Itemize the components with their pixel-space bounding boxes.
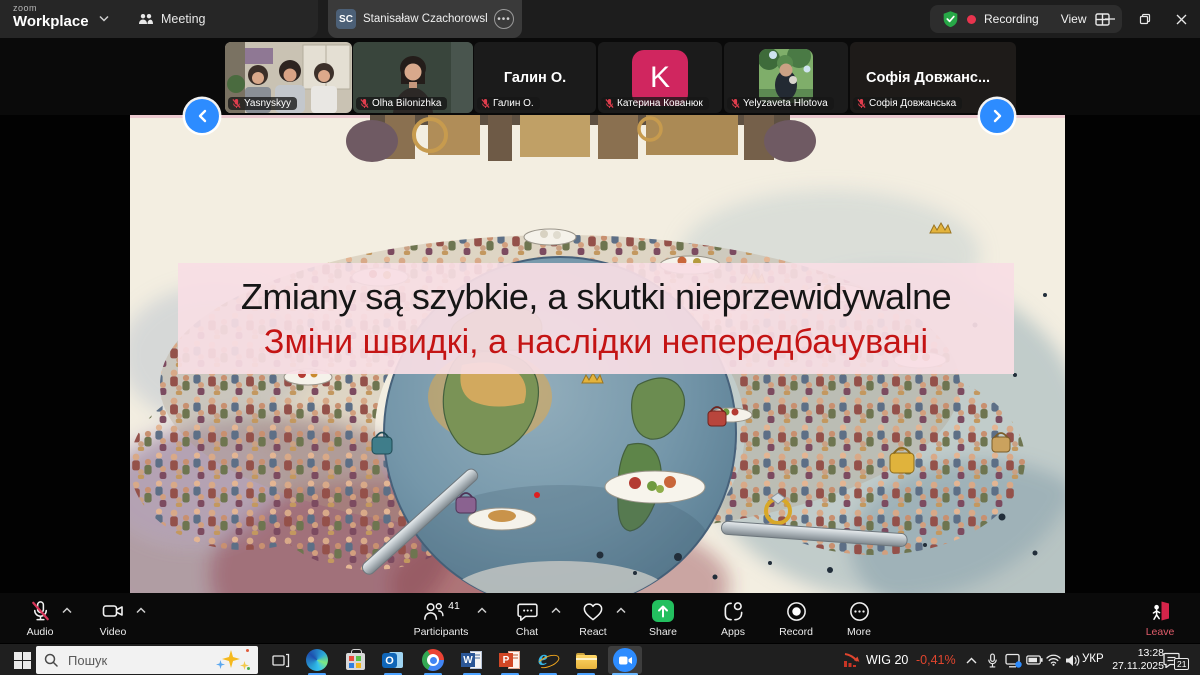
search-input[interactable] [66,652,190,669]
avatar [759,49,813,103]
participant-label: Катерина Кованюк [601,97,709,110]
chrome-icon[interactable] [418,647,448,673]
shared-screen-area: Zmiany są szybkie, a skutki nieprzewidyw… [0,115,1200,593]
zoom-app-icon[interactable] [608,646,642,674]
mic-muted-icon [605,98,614,109]
mic-muted-icon [360,98,369,109]
search-icon [44,653,58,667]
tab-options-icon[interactable]: ••• [494,9,514,29]
participant-label: Olha Bilonizhka [356,97,447,110]
task-view-icon [272,653,290,668]
slide-title-banner: Zmiany są szybkie, a skutki nieprzewidyw… [178,263,1014,374]
tab-shared-screen[interactable]: SC Stanisaław Czachorowski's screen ••• [328,0,522,38]
video-options-caret[interactable] [136,607,146,614]
zoom-meeting-window: zoom Workplace Meeting SC Stanisaław Cza… [0,0,1200,675]
clock-time: 13:28 [1104,647,1164,660]
participant-label: Софія Довжанська [853,97,962,110]
participant-label: Yasnyskyy [228,97,297,110]
windows-logo-icon [14,652,31,669]
participant-tile-yelyzaveta[interactable]: Yelyzaveta Hlotova [724,42,848,113]
more-button[interactable]: More [814,599,904,638]
tray-chevron-icon[interactable] [962,647,980,673]
chevron-down-icon[interactable] [99,15,109,22]
slide-title-uk: Зміни швидкі, а наслідки непередбачувані [264,320,928,364]
tray-volume-icon[interactable] [1062,647,1082,673]
stock-down-icon [843,652,861,668]
mic-muted-icon [232,98,241,109]
more-icon [848,600,871,623]
tray-cast-icon[interactable] [1003,647,1023,673]
participants-button[interactable]: 41 Participants [396,599,486,638]
recording-label: Recording [984,12,1039,26]
participants-strip: Yasnyskyy Olha Bilonizhka [0,38,1200,115]
mic-muted-icon [29,599,52,623]
stock-change-label[interactable]: -0,41% [916,653,956,667]
video-button[interactable]: Video [68,599,158,638]
taskbar-search[interactable] [36,646,258,674]
outlook-icon[interactable]: O [378,647,408,673]
close-button[interactable] [1164,0,1198,38]
security-shield-icon[interactable] [942,10,959,28]
tab-meeting[interactable]: Meeting [128,0,215,38]
screen-tab-label: Stanisaław Czachorowski's screen [363,13,487,25]
laser-pointer-dot [534,492,540,498]
participant-label: Галин О. [477,97,540,110]
scroll-left-button[interactable] [185,99,219,133]
edge-browser-icon[interactable] [302,647,332,673]
meeting-people-icon [138,13,154,26]
apps-icon [722,600,745,623]
participant-tile-olha[interactable]: Olha Bilonizhka [353,42,473,113]
start-button[interactable] [7,647,37,673]
participants-count: 41 [448,600,460,612]
camera-icon [101,599,125,623]
slide-title-pl: Zmiany są szybkie, a skutki nieprzewidyw… [241,273,951,320]
tab-meeting-label: Meeting [161,12,205,26]
scroll-right-button[interactable] [980,99,1014,133]
file-explorer-icon[interactable] [571,647,601,673]
app-menu-button[interactable]: zoom Workplace [13,3,89,30]
windows-taskbar: O W P [0,643,1200,675]
taskbar-clock[interactable]: 13:28 27.11.2025 [1104,647,1164,673]
mic-muted-icon [857,98,866,109]
recording-dot-icon [967,15,976,24]
mic-muted-icon [481,98,490,109]
internet-explorer-icon[interactable]: e [533,647,563,673]
stock-widget-icon[interactable] [842,647,862,673]
heart-icon [581,600,605,623]
share-icon [652,600,674,622]
participants-icon [422,600,445,623]
participant-label: Yelyzaveta Hlotova [727,97,834,110]
language-indicator[interactable]: УКР [1082,653,1104,665]
tray-wifi-icon[interactable] [1044,647,1062,673]
microsoft-store-icon[interactable] [340,647,370,673]
maximize-button[interactable] [1128,0,1162,38]
mic-muted-icon [731,98,740,109]
view-button[interactable]: View [1061,12,1087,26]
titlebar: zoom Workplace Meeting SC Stanisaław Cza… [0,0,1200,38]
copilot-sparkle-icon [216,649,250,671]
record-icon [785,600,808,623]
notification-count-badge: 21 [1174,658,1189,670]
tray-battery-icon[interactable] [1024,647,1044,673]
brand-zoom: zoom [13,3,89,13]
screen-tab-badge: SC [336,9,356,29]
participant-tile-halyn[interactable]: Галин О. Галин О. [474,42,596,113]
powerpoint-icon[interactable]: P [495,647,525,673]
word-icon[interactable]: W [457,647,487,673]
tray-mic-icon[interactable] [983,647,1001,673]
chat-icon [516,600,539,623]
clock-date: 27.11.2025 [1104,660,1164,673]
task-view-button[interactable] [266,647,296,673]
stock-index-label[interactable]: WIG 20 [866,653,908,667]
meeting-toolbar: Audio Video 41 Par [0,593,1200,643]
leave-door-icon [1148,599,1172,623]
minimize-button[interactable] [1093,0,1127,38]
leave-button[interactable]: Leave [1115,599,1200,638]
participant-tile-yasnyskyy[interactable]: Yasnyskyy [225,42,352,113]
participant-tile-kateryna[interactable]: K Катерина Кованюк [598,42,722,113]
brand-workplace: Workplace [13,13,89,30]
